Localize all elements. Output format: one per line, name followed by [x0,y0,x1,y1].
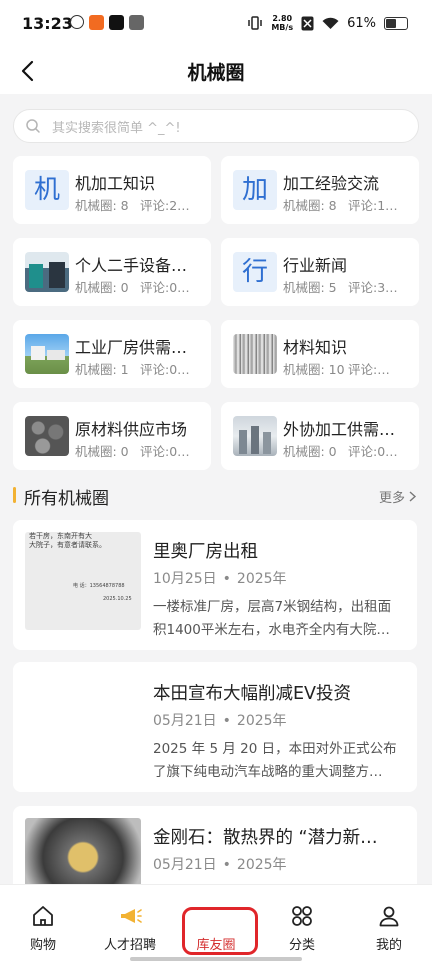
category-title: 外协加工供需… [283,420,396,439]
steel-bars-photo-icon [233,334,277,374]
machinery-photo-icon [25,252,69,292]
megaphone-icon [121,909,142,923]
header: 机械圈 [0,48,432,94]
post-thumbnail [25,818,141,884]
category-stats: 机械圈: 0 评论:0… [283,444,398,459]
category-card-industry-news[interactable]: 行 行业新闻 机械圈: 5 评论:3… [221,238,419,306]
section-title: 所有机械圈 [24,489,109,509]
post-meta: 05月21日 • 2025年 [153,857,287,873]
search-icon [26,119,40,133]
sync-app-icon [70,15,84,29]
category-card-used-equipment[interactable]: 个人二手设备… 机械圈: 0 评论:0… [13,238,211,306]
user-icon [379,906,399,927]
category-card-material-knowledge[interactable]: 材料知识 机械圈: 10 评论:… [221,320,419,388]
machining-char-icon: 机 [25,170,69,210]
category-card-machining-knowledge[interactable]: 机 机加工知识 机械圈: 8 评论:2… [13,156,211,224]
status-bar: 13:23 2.80 MB/s 61% [0,0,432,48]
post-card[interactable]: 金刚石：散热界的 “潜力新… 05月21日 • 2025年 [13,806,417,884]
battery-percent: 61% [347,15,376,31]
search-input[interactable]: 其实搜索很简单 ^_^! [13,109,419,143]
section-header: 所有机械圈 更多 [13,484,417,509]
post-excerpt: 一楼标准厂房，层高7米钢结构，出租面 积1400平米左右，水电齐全内有大院… [153,599,392,638]
category-title: 工业厂房供需… [75,338,188,357]
chevron-right-icon [409,491,417,502]
bottom-tab-bar: 购物 人才招聘 库友圈 分类 我的 [0,884,432,965]
post-title: 金刚石：散热界的 “潜力新… [153,828,378,848]
tab-mine[interactable]: 我的 [349,903,429,953]
home-indicator [130,957,302,961]
wifi-icon [322,17,339,29]
post-thumbnail: 若干房，东南开有大 大院子，有意者请联系。 电 话：13564878788 20… [25,532,141,630]
post-meta: 10月25日 • 2025年 [153,571,287,587]
workshop-photo-icon [233,416,277,456]
post-excerpt: 2025 年 5 月 20 日，本田对外正式公布 了旗下纯电动汽车战略的重大调整… [153,741,397,780]
section-accent-bar [13,487,16,503]
category-stats: 机械圈: 8 评论:1… [283,198,398,213]
no-sim-icon [301,16,314,30]
tab-category[interactable]: 分类 [262,903,342,953]
app-notification-icon [129,15,144,30]
post-card[interactable]: 本田宣布大幅削减EV投资 05月21日 • 2025年 2025 年 5 月 20 … [13,662,417,792]
factory-photo-icon [25,334,69,374]
post-thumbnail [25,674,141,772]
category-card-outsourcing[interactable]: 外协加工供需… 机械圈: 0 评论:0… [221,402,419,470]
category-stats: 机械圈: 5 评论:3… [283,280,398,295]
category-title: 行业新闻 [283,256,348,275]
post-title: 里奥厂房出租 [153,542,258,562]
home-icon [33,906,53,926]
tab-shopping[interactable]: 购物 [3,903,83,953]
news-char-icon: 行 [233,252,277,292]
status-time: 13:23 [22,14,73,33]
more-link[interactable]: 更多 [379,487,417,506]
category-title: 机加工知识 [75,174,156,193]
post-card[interactable]: 若干房，东南开有大 大院子，有意者请联系。 电 话：13564878788 20… [13,520,417,650]
category-card-raw-material-market[interactable]: 原材料供应市场 机械圈: 0 评论:0… [13,402,211,470]
taobao-app-icon [89,15,104,30]
category-title: 个人二手设备… [75,256,188,275]
tiktok-app-icon [109,15,124,30]
category-card-factory-supply[interactable]: 工业厂房供需… 机械圈: 1 评论:0… [13,320,211,388]
net-speed: 2.80 MB/s [271,14,294,32]
category-stats: 机械圈: 10 评论:… [283,362,390,377]
post-title: 本田宣布大幅削减EV投资 [153,684,352,704]
post-meta: 05月21日 • 2025年 [153,713,287,729]
category-card-experience-exchange[interactable]: 加 加工经验交流 机械圈: 8 评论:1… [221,156,419,224]
category-title: 材料知识 [283,338,348,357]
category-stats: 机械圈: 0 评论:0… [75,280,190,295]
notification-icons [70,15,144,30]
experience-char-icon: 加 [233,170,277,210]
category-title: 原材料供应市场 [75,420,188,439]
search-placeholder: 其实搜索很简单 ^_^! [52,121,181,136]
category-stats: 机械圈: 0 评论:0… [75,444,190,459]
category-title: 加工经验交流 [283,174,380,193]
grid-icon [292,906,312,926]
vibrate-icon [248,16,263,30]
tab-recruitment[interactable]: 人才招聘 [90,903,170,953]
main-content[interactable]: 其实搜索很简单 ^_^! 机 机加工知识 机械圈: 8 评论:2… 加 加工经验交… [0,94,432,884]
battery-icon [384,16,408,30]
page-title: 机械圈 [187,62,245,84]
category-stats: 机械圈: 1 评论:0… [75,362,190,377]
active-tab-highlight [182,907,258,955]
status-right: 2.80 MB/s 61% [247,14,408,32]
category-stats: 机械圈: 8 评论:2… [75,198,190,213]
metal-parts-photo-icon [25,416,69,456]
